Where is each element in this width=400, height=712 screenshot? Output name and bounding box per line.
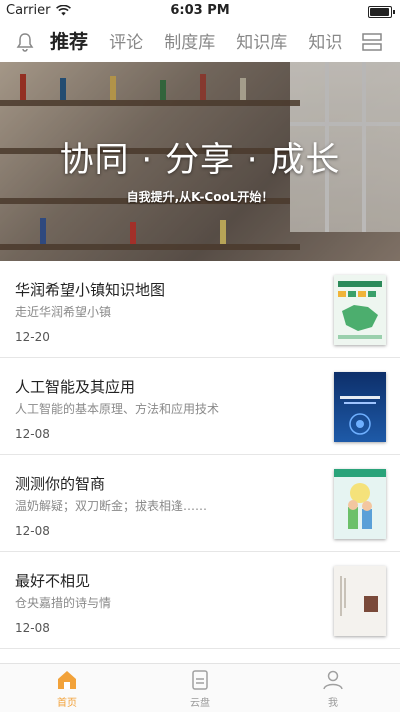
- article-desc: 温奶解疑；双刀断金；拔表相逢……: [15, 499, 208, 513]
- article-date: 12-20: [15, 330, 50, 344]
- article-date: 12-08: [15, 621, 50, 635]
- article-desc: 仓央嘉措的诗与情: [15, 596, 112, 610]
- user-icon: [323, 670, 343, 690]
- status-bar: Carrier 6:03 PM: [0, 0, 400, 22]
- article-desc: 人工智能的基本原理、方法和应用技术: [15, 402, 220, 416]
- poetry-cover-art: [340, 576, 378, 616]
- article-thumbnail: [334, 372, 386, 442]
- tabbar-cloud-disk[interactable]: 云盘: [160, 668, 240, 709]
- banner-subtitle: 自我提升,从K-CooL开始！: [126, 190, 274, 204]
- list-item[interactable]: 华润希望小镇知识地图 走近华润希望小镇 12-20: [0, 261, 400, 358]
- article-date: 12-08: [15, 427, 50, 441]
- article-desc: 走近华润希望小镇: [15, 305, 112, 319]
- iq-cover-art: [334, 469, 386, 529]
- status-time: 6:03 PM: [170, 3, 230, 18]
- tabbar-home-label: 首页: [57, 698, 77, 709]
- tab-recommend[interactable]: 推荐: [50, 22, 88, 62]
- article-thumbnail: [334, 275, 386, 345]
- battery-icon: [368, 6, 395, 18]
- top-nav: 推荐 评论 制度库 知识库 知识: [0, 22, 400, 62]
- ai-cover-art: [340, 396, 380, 435]
- tab-comments[interactable]: 评论: [109, 23, 143, 62]
- tab-regulations[interactable]: 制度库: [164, 23, 215, 62]
- article-date: 12-08: [15, 524, 50, 538]
- article-thumbnail: [334, 469, 386, 539]
- tab-knowledge-base[interactable]: 知识库: [236, 23, 287, 62]
- article-title: 最好不相见: [15, 572, 91, 590]
- cloud-disk-icon: [192, 670, 208, 690]
- battery-level: [370, 8, 389, 16]
- bottom-tab-bar: 首页 云盘 我: [0, 663, 400, 712]
- list-item[interactable]: 最好不相见 仓央嘉措的诗与情 12-08: [0, 552, 400, 649]
- list-item[interactable]: 人工智能及其应用 人工智能的基本原理、方法和应用技术 12-08: [0, 358, 400, 455]
- home-icon: [58, 671, 76, 689]
- tabbar-home[interactable]: 首页: [27, 668, 107, 709]
- article-title: 测测你的智商: [15, 475, 106, 493]
- article-title: 人工智能及其应用: [15, 378, 136, 396]
- list-item[interactable]: 测测你的智商 温奶解疑；双刀断金；拔表相逢…… 12-08: [0, 455, 400, 552]
- banner-title: 协同 · 分享 · 成长: [59, 140, 341, 180]
- tab-knowledge[interactable]: 知识: [308, 23, 342, 62]
- tabbar-me-label: 我: [328, 698, 338, 709]
- article-title: 华润希望小镇知识地图: [15, 281, 166, 299]
- bell-icon[interactable]: [14, 31, 36, 53]
- map-cover-art: [338, 281, 382, 339]
- menu-icon[interactable]: [360, 30, 384, 54]
- article-list: 华润希望小镇知识地图 走近华润希望小镇 12-20 人工智能及其应用 人工智能的…: [0, 261, 400, 649]
- article-thumbnail: [334, 566, 386, 636]
- tabbar-me[interactable]: 我: [293, 668, 373, 709]
- tabbar-cloud-disk-label: 云盘: [190, 698, 210, 709]
- banner[interactable]: 协同 · 分享 · 成长 自我提升,从K-CooL开始！: [0, 62, 400, 261]
- category-tabs: 推荐 评论 制度库 知识库 知识: [50, 22, 355, 62]
